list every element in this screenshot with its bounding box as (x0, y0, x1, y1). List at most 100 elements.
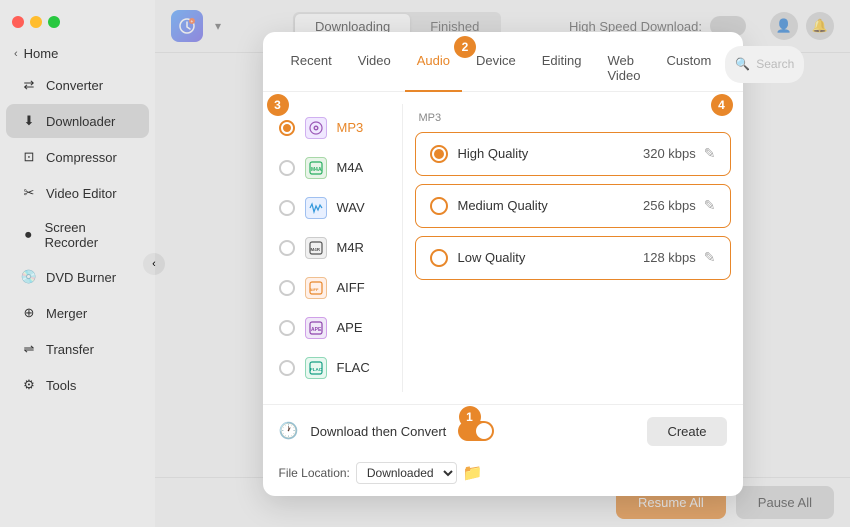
video-editor-label: Video Editor (46, 186, 117, 201)
badge-3: 3 (267, 94, 289, 116)
search-icon: 🔍 (735, 57, 750, 71)
quality-low-name: Low Quality (458, 250, 644, 265)
svg-text:FLAC: FLAC (310, 367, 323, 372)
maximize-dot[interactable] (48, 16, 60, 28)
quality-low-edit-icon[interactable]: ✎ (704, 249, 716, 266)
aiff-icon: AIFF (305, 277, 327, 299)
tools-icon: ⚙ (20, 376, 38, 394)
quality-high-radio (430, 145, 448, 163)
quality-medium-bitrate: 256 kbps (643, 198, 696, 213)
format-item-m4r[interactable]: M4R M4R (263, 228, 402, 268)
mp3-label: MP3 (337, 120, 364, 135)
modal-overlay: Recent Video Audio 2 Device Editing Web … (155, 0, 850, 527)
video-editor-icon: ✂ (20, 184, 38, 202)
sidebar: ‹ Home ⇄ Converter ⬇ Downloader ⊡ Compre… (0, 0, 155, 527)
flac-radio (279, 360, 295, 376)
back-arrow-icon: ‹ (14, 48, 18, 60)
quality-low-bitrate: 128 kbps (643, 250, 696, 265)
screen-recorder-label: Screen Recorder (45, 220, 135, 250)
format-item-aiff[interactable]: AIFF AIFF (263, 268, 402, 308)
quality-high-bitrate: 320 kbps (643, 146, 696, 161)
tab-video[interactable]: Video (346, 46, 403, 92)
file-location-select[interactable]: Downloaded (356, 462, 457, 484)
format-item-wav[interactable]: WAV (263, 188, 402, 228)
format-item-ape[interactable]: APE APE (263, 308, 402, 348)
mp3-radio (279, 120, 295, 136)
quality-high-edit-icon[interactable]: ✎ (704, 145, 716, 162)
home-label: Home (24, 46, 59, 61)
modal-body: 3 MP3 M4A M4A (263, 92, 743, 404)
screen-recorder-icon: ⏺ (20, 226, 37, 244)
m4r-icon: M4R (305, 237, 327, 259)
quality-item-low[interactable]: Low Quality 128 kbps ✎ (415, 236, 731, 280)
ape-icon: APE (305, 317, 327, 339)
ape-label: APE (337, 320, 363, 335)
m4a-icon: M4A (305, 157, 327, 179)
tab-editing[interactable]: Editing (530, 46, 594, 92)
m4r-label: M4R (337, 240, 364, 255)
download-convert-label: Download then Convert (310, 424, 446, 439)
format-item-flac[interactable]: FLAC FLAC (263, 348, 402, 388)
tab-audio[interactable]: Audio 2 (405, 46, 462, 92)
dvd-burner-label: DVD Burner (46, 270, 116, 285)
modal-footer: 1 🕐 Download then Convert Create (263, 404, 743, 458)
m4a-label: M4A (337, 160, 364, 175)
sidebar-item-converter[interactable]: ⇄ Converter (6, 68, 149, 102)
wav-radio (279, 200, 295, 216)
sidebar-item-merger[interactable]: ⊕ Merger (6, 296, 149, 330)
search-box[interactable]: 🔍 Search (725, 46, 804, 83)
quality-panel: 4 MP3 High Quality 320 kbps ✎ Medium Qua… (403, 104, 743, 392)
svg-text:M4R: M4R (310, 247, 320, 252)
tab-web-video[interactable]: Web Video (595, 46, 652, 92)
downloader-label: Downloader (46, 114, 115, 129)
sidebar-item-compressor[interactable]: ⊡ Compressor (6, 140, 149, 174)
file-location-label: File Location: (279, 466, 350, 480)
badge-4: 4 (711, 94, 733, 116)
minimize-dot[interactable] (30, 16, 42, 28)
transfer-label: Transfer (46, 342, 94, 357)
create-button[interactable]: Create (647, 417, 726, 446)
sidebar-item-home[interactable]: ‹ Home (0, 40, 155, 67)
ape-radio (279, 320, 295, 336)
sidebar-item-video-editor[interactable]: ✂ Video Editor (6, 176, 149, 210)
sidebar-item-dvd-burner[interactable]: 💿 DVD Burner (6, 260, 149, 294)
quality-high-name: High Quality (458, 146, 644, 161)
converter-icon: ⇄ (20, 76, 38, 94)
quality-item-medium[interactable]: Medium Quality 256 kbps ✎ (415, 184, 731, 228)
aiff-label: AIFF (337, 280, 365, 295)
compressor-label: Compressor (46, 150, 117, 165)
badge-2: 2 (454, 36, 476, 58)
wav-icon (305, 197, 327, 219)
quality-medium-name: Medium Quality (458, 198, 644, 213)
quality-item-high[interactable]: High Quality 320 kbps ✎ (415, 132, 731, 176)
quality-low-radio (430, 249, 448, 267)
tab-custom[interactable]: Custom (654, 46, 723, 92)
mp3-icon (305, 117, 327, 139)
traffic-lights (0, 8, 155, 40)
svg-text:M4A: M4A (311, 167, 322, 173)
svg-text:AIFF: AIFF (309, 287, 318, 292)
flac-icon: FLAC (305, 357, 327, 379)
search-placeholder: Search (756, 57, 794, 71)
download-convert-toggle[interactable] (458, 421, 494, 441)
file-location-row: File Location: Downloaded 📁 (263, 458, 743, 496)
merger-icon: ⊕ (20, 304, 38, 322)
format-item-m4a[interactable]: M4A M4A (263, 148, 402, 188)
transfer-icon: ⇌ (20, 340, 38, 358)
sidebar-item-tools[interactable]: ⚙ Tools (6, 368, 149, 402)
quality-medium-edit-icon[interactable]: ✎ (704, 197, 716, 214)
m4r-radio (279, 240, 295, 256)
main-content: + ▾ Downloading Finished High Speed Down… (155, 0, 850, 527)
flac-label: FLAC (337, 360, 370, 375)
sidebar-item-downloader[interactable]: ⬇ Downloader (6, 104, 149, 138)
format-list: 3 MP3 M4A M4A (263, 104, 403, 392)
tab-recent[interactable]: Recent (279, 46, 344, 92)
folder-icon[interactable]: 📁 (463, 463, 483, 483)
sidebar-item-transfer[interactable]: ⇌ Transfer (6, 332, 149, 366)
compressor-icon: ⊡ (20, 148, 38, 166)
merger-label: Merger (46, 306, 87, 321)
close-dot[interactable] (12, 16, 24, 28)
sidebar-item-screen-recorder[interactable]: ⏺ Screen Recorder (6, 212, 149, 258)
aiff-radio (279, 280, 295, 296)
m4a-radio (279, 160, 295, 176)
